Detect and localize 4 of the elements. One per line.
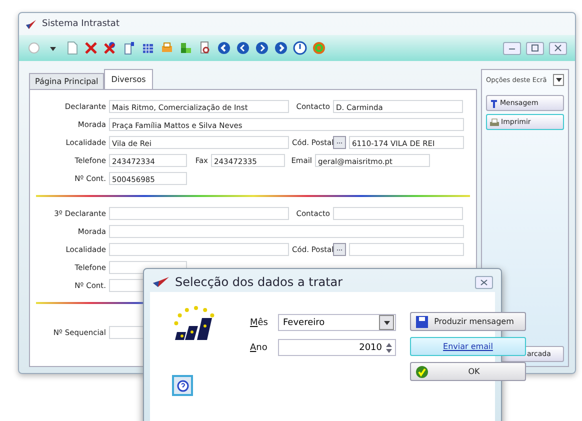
field-label: Mês — [250, 318, 269, 328]
dialog-title: Selecção dos dados a tratar — [175, 275, 343, 289]
window-title: Sistema Intrastat — [42, 19, 120, 29]
field-label: Ano — [250, 342, 268, 352]
